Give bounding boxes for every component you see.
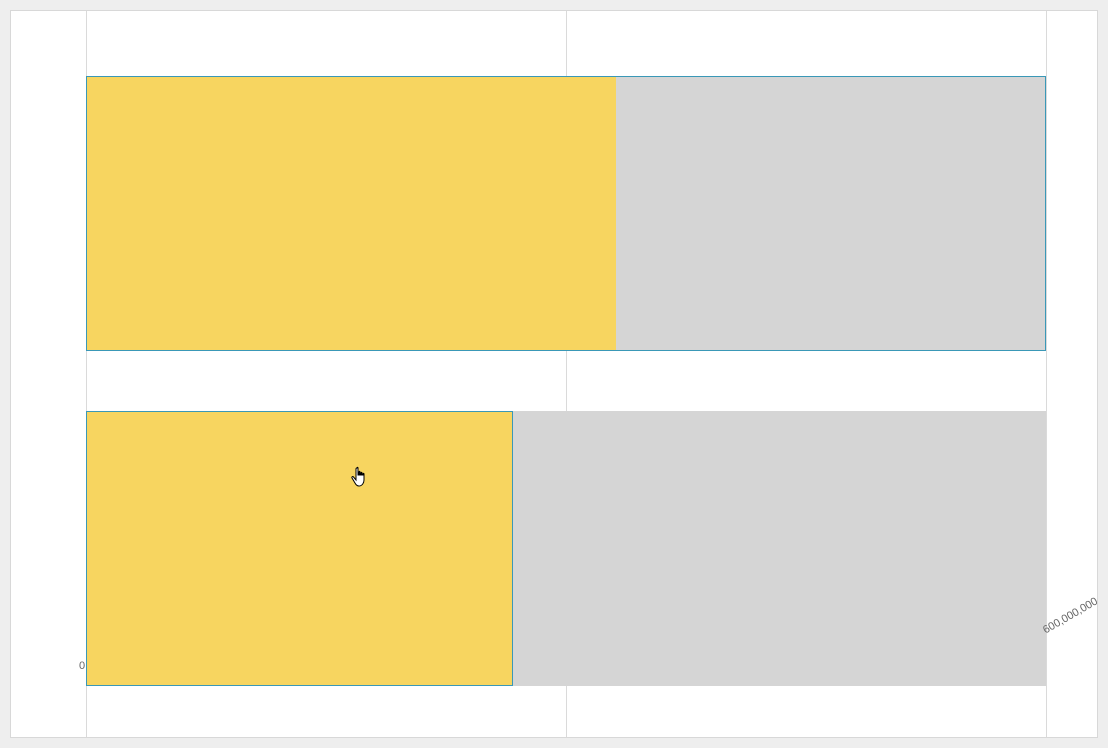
plot-area[interactable]: 0 600,000,000 xyxy=(11,11,1097,737)
bar-fill-1[interactable] xyxy=(86,76,616,351)
chart-panel: 0 600,000,000 xyxy=(10,10,1098,738)
bar-track-1[interactable] xyxy=(86,76,1046,351)
x-tick-max: 600,000,000 xyxy=(1041,595,1100,636)
x-tick-zero: 0 xyxy=(79,660,85,672)
bar-fill-2[interactable] xyxy=(86,411,513,686)
bar-track-2[interactable] xyxy=(86,411,1046,686)
